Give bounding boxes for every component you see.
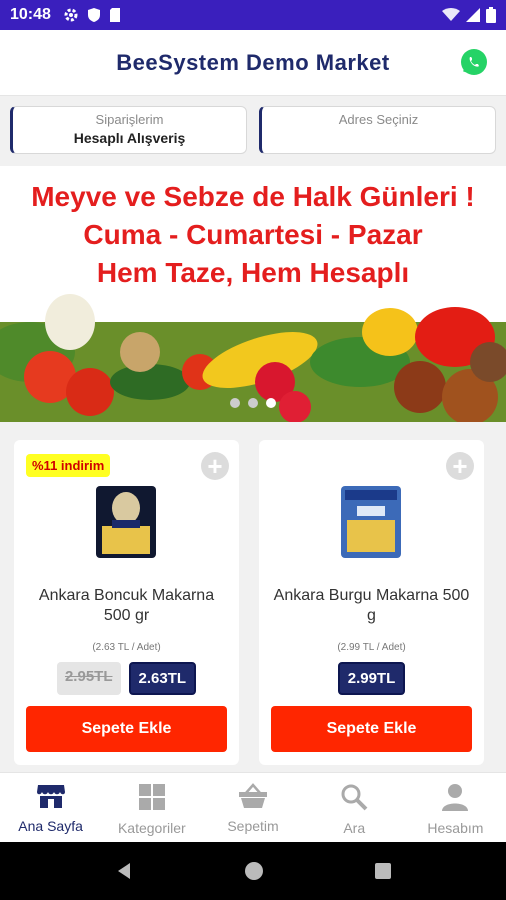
basket-icon xyxy=(239,783,267,808)
product-card[interactable]: %11 indirim + Ankara Boncuk Makarna 500 … xyxy=(14,440,239,765)
carousel-dot-active[interactable] xyxy=(266,398,276,408)
nav-home-label: Ana Sayfa xyxy=(18,818,83,834)
banner-text: Meyve ve Sebze de Halk Günleri ! Cuma - … xyxy=(0,178,506,292)
carousel-dots[interactable] xyxy=(230,398,276,408)
user-icon xyxy=(442,784,469,811)
nav-account[interactable]: Hesabım xyxy=(405,773,506,842)
back-icon[interactable] xyxy=(114,861,134,881)
product-name: Ankara Burgu Makarna 500 g xyxy=(273,587,470,624)
pasta-package-image xyxy=(96,486,156,558)
promo-banner[interactable]: Meyve ve Sebze de Halk Günleri ! Cuma - … xyxy=(0,166,506,422)
nav-categories[interactable]: Kategoriler xyxy=(101,773,202,842)
nav-cart-label: Sepetim xyxy=(227,818,279,834)
nav-search-label: Ara xyxy=(343,820,366,836)
nav-home[interactable]: Ana Sayfa xyxy=(0,773,101,842)
bottom-nav: Ana Sayfa Kategoriler Sepetim Ara Hesabı… xyxy=(0,772,506,842)
pasta-package-image xyxy=(341,486,401,558)
nav-categories-label: Kategoriler xyxy=(117,820,186,836)
whatsapp-icon[interactable] xyxy=(460,48,488,76)
add-to-cart-button[interactable]: Sepete Ekle xyxy=(26,706,227,752)
price-row: 2.99TL xyxy=(259,662,484,695)
banner-line-2: Cuma - Cumartesi - Pazar xyxy=(83,219,423,250)
recents-icon[interactable] xyxy=(374,862,392,880)
unit-price: (2.63 TL / Adet) xyxy=(92,642,161,653)
carousel-dot[interactable] xyxy=(248,398,258,408)
page-title: BeeSystem Demo Market xyxy=(116,49,390,75)
current-price: 2.99TL xyxy=(337,662,406,695)
banner-line-1: Meyve ve Sebze de Halk Günleri ! xyxy=(31,181,475,212)
plus-icon[interactable]: + xyxy=(201,452,229,480)
product-name: Ankara Boncuk Makarna 500 gr xyxy=(38,587,215,624)
orders-selector-label: Siparişlerim xyxy=(95,112,164,127)
product-list: %11 indirim + Ankara Boncuk Makarna 500 … xyxy=(14,440,492,765)
address-selector[interactable]: Adres Seçiniz xyxy=(259,106,496,154)
selector-row: Siparişlerim Hesaplı Alışveriş Adres Seç… xyxy=(10,106,496,154)
plus-icon[interactable]: + xyxy=(446,452,474,480)
address-selector-label: Adres Seçiniz xyxy=(338,112,419,127)
shield-icon xyxy=(87,8,100,22)
add-to-cart-button[interactable]: Sepete Ekle xyxy=(271,706,472,752)
app-header: BeeSystem Demo Market xyxy=(0,30,506,96)
battery-icon xyxy=(486,7,496,23)
price-row: 2.95TL 2.63TL xyxy=(14,662,239,695)
grid-icon xyxy=(138,784,165,810)
unit-price: (2.99 TL / Adet) xyxy=(337,642,406,653)
product-card[interactable]: + Ankara Burgu Makarna 500 g (2.99 TL / … xyxy=(259,440,484,765)
nav-search[interactable]: Ara xyxy=(304,773,405,842)
orders-selector-value: Hesaplı Alışveriş xyxy=(73,130,186,146)
wifi-icon xyxy=(442,8,460,21)
settings-icon xyxy=(64,8,78,22)
nav-cart[interactable]: Sepetim xyxy=(202,773,303,842)
status-bar: 10:48 xyxy=(0,0,506,30)
store-icon xyxy=(36,785,65,808)
signal-icon xyxy=(466,8,480,22)
discount-badge: %11 indirim xyxy=(26,454,111,477)
old-price: 2.95TL xyxy=(56,662,121,695)
orders-selector[interactable]: Siparişlerim Hesaplı Alışveriş xyxy=(10,106,247,154)
sd-card-icon xyxy=(109,8,120,22)
carousel-dot[interactable] xyxy=(230,398,240,408)
home-icon[interactable] xyxy=(244,861,264,881)
status-time: 10:48 xyxy=(10,6,51,23)
search-icon xyxy=(341,784,368,811)
system-nav-bar xyxy=(0,842,506,900)
current-price: 2.63TL xyxy=(128,662,197,695)
nav-account-label: Hesabım xyxy=(427,820,484,836)
